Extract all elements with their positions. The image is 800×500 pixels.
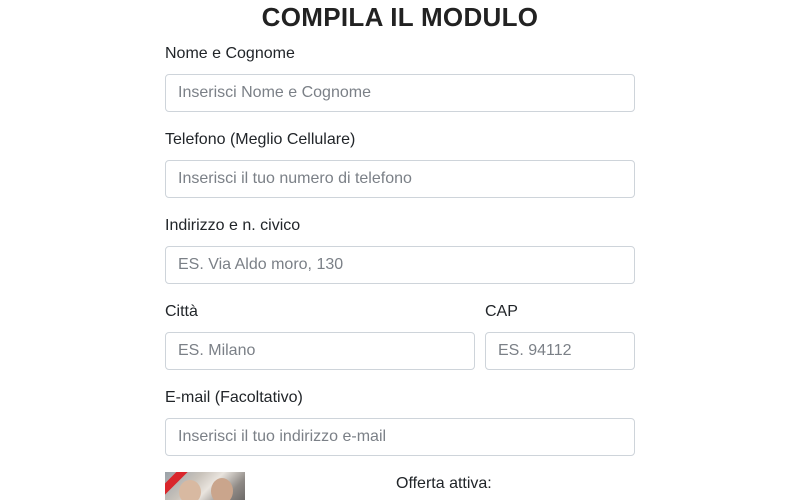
city-label: Città: [165, 303, 198, 320]
phone-label: Telefono (Meglio Cellulare): [165, 131, 356, 148]
product-image: [165, 472, 245, 500]
product-image-figure-right: [211, 478, 233, 500]
address-label: Indirizzo e n. civico: [165, 217, 301, 234]
phone-input[interactable]: [165, 160, 635, 198]
cap-input[interactable]: [485, 332, 635, 370]
cap-label: CAP: [485, 303, 518, 320]
name-label: Nome e Cognome: [165, 45, 295, 62]
offer-label: Offerta attiva:: [396, 475, 492, 492]
product-image-figure-left: [179, 480, 201, 500]
name-input[interactable]: [165, 74, 635, 112]
city-input[interactable]: [165, 332, 475, 370]
address-input[interactable]: [165, 246, 635, 284]
email-label: E-mail (Facoltativo): [165, 389, 303, 406]
email-input[interactable]: [165, 418, 635, 456]
form-title: COMPILA IL MODULO: [261, 2, 539, 32]
